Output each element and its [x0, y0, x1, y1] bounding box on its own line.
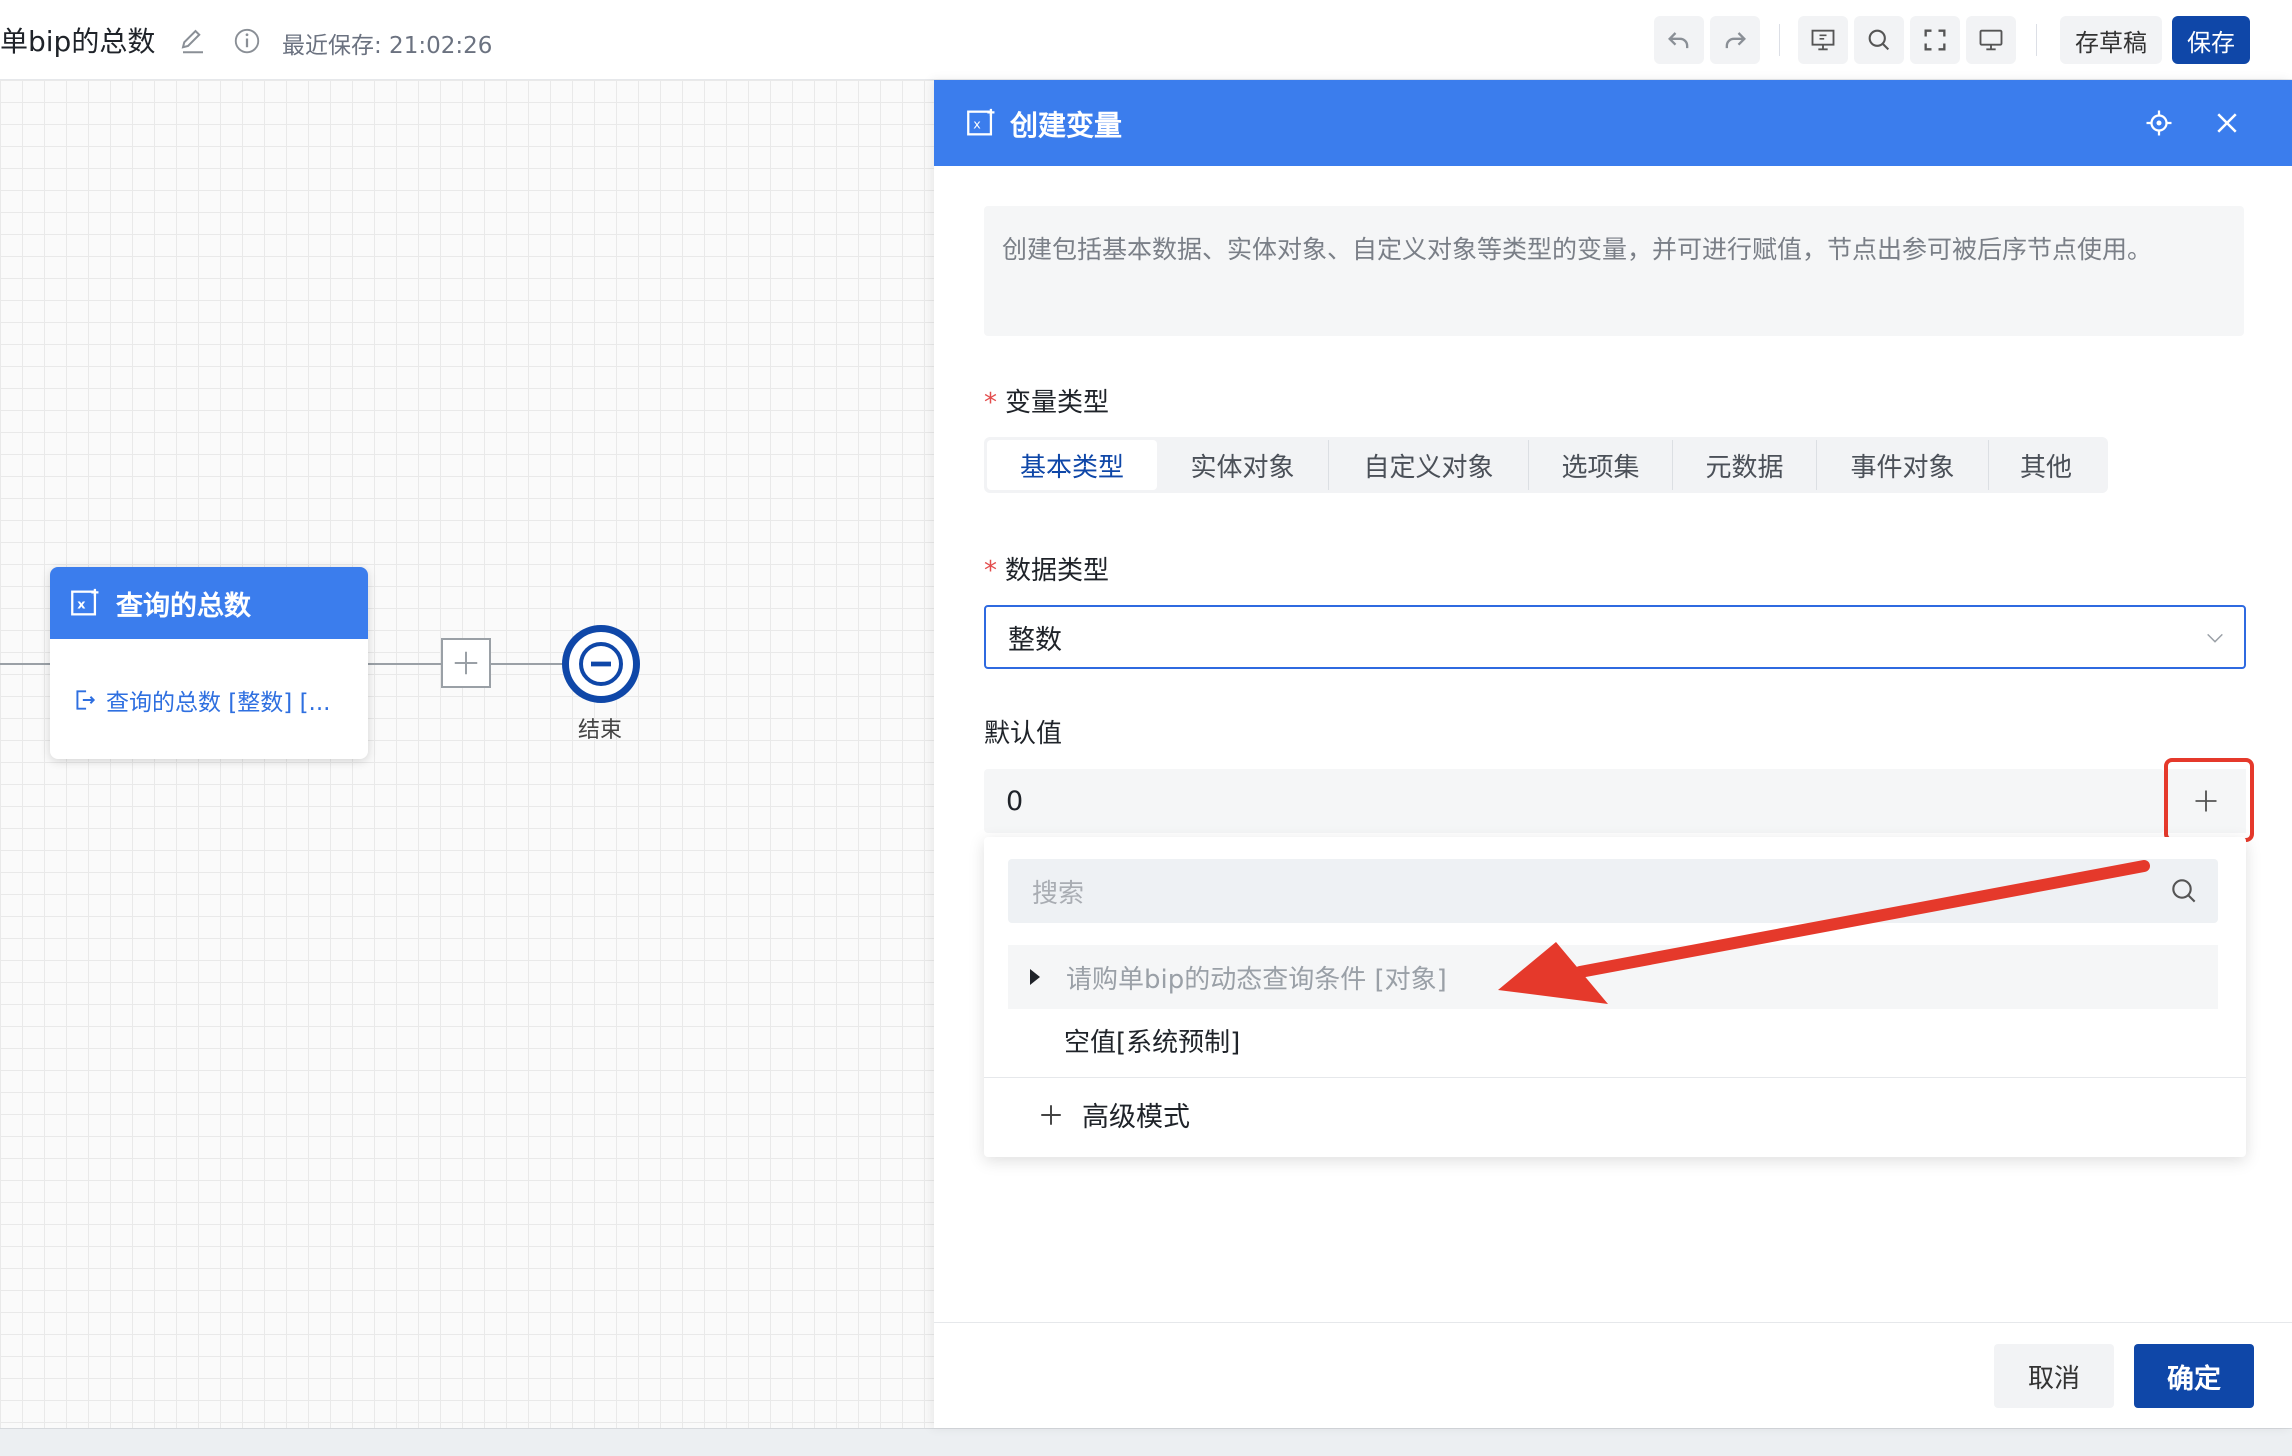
connector-line [0, 663, 50, 665]
node-header: x 查询的总数 [50, 567, 368, 639]
svg-text:x: x [973, 118, 981, 133]
advanced-mode-button[interactable]: 高级模式 [1038, 1095, 1190, 1134]
redo-icon [1725, 32, 1746, 49]
required-mark: * [984, 388, 997, 418]
redo-button[interactable] [1710, 16, 1760, 64]
dropdown-item-label: 请购单bip的动态查询条件 [对象] [1066, 964, 1447, 995]
plus-icon [1041, 1104, 1061, 1125]
default-value-label: 默认值 [984, 719, 1063, 749]
search-button[interactable] [1854, 16, 1904, 64]
close-icon[interactable] [2212, 108, 2242, 138]
search-placeholder: 搜索 [1032, 878, 1085, 909]
top-bar: 单bip的总数 最近保存: 21:02:26 存草稿 保存 [0, 0, 2292, 80]
status-bar [0, 1428, 2292, 1456]
tab-option-set[interactable]: 选项集 [1529, 440, 1673, 490]
connector-line [368, 663, 441, 665]
undo-icon [1668, 32, 1689, 49]
end-node-label: 结束 [578, 718, 623, 743]
tab-custom-object[interactable]: 自定义对象 [1329, 440, 1529, 490]
variable-type-label-text: 变量类型 [1005, 388, 1110, 418]
add-node-button[interactable] [441, 638, 491, 688]
dropdown-item-null-value[interactable]: 空值[系统预制] [1064, 1015, 1240, 1071]
node-title: 查询的总数 [116, 590, 251, 622]
end-node[interactable] [562, 625, 640, 703]
toolbar-divider [1779, 24, 1780, 56]
monitor-button[interactable] [1966, 16, 2016, 64]
locate-icon[interactable] [2144, 108, 2174, 138]
drawer-description: 创建包括基本数据、实体对象、自定义对象等类型的变量，并可进行赋值，节点出参可被后… [984, 206, 2244, 336]
search-icon [1868, 29, 1890, 51]
node-output: 查询的总数 [整数] [... [50, 639, 368, 717]
variable-icon: x [967, 108, 995, 136]
drawer-header: x 创建变量 [934, 80, 2292, 166]
fullscreen-icon [1924, 29, 1946, 51]
last-saved-text: 最近保存: 21:02:26 [282, 33, 493, 59]
confirm-button[interactable]: 确定 [2134, 1344, 2254, 1408]
toolbar-divider [2036, 24, 2037, 56]
query-count-node[interactable]: x 查询的总数 查询的总数 [整数] [... [50, 567, 368, 759]
dropdown-item-query-condition[interactable]: 请购单bip的动态查询条件 [对象] [1008, 945, 2218, 1009]
fullscreen-button[interactable] [1910, 16, 1960, 64]
variable-type-tabs: 基本类型 实体对象 自定义对象 选项集 元数据 事件对象 其他 [984, 437, 2108, 493]
save-button[interactable]: 保存 [2172, 16, 2250, 64]
required-mark: * [984, 556, 997, 586]
data-type-label: * 数据类型 [984, 550, 1109, 587]
advanced-mode-label: 高级模式 [1082, 1102, 1190, 1133]
output-icon [76, 690, 96, 710]
default-value-input[interactable]: 0 [984, 769, 2164, 833]
drawer-title: 创建变量 [1010, 109, 1123, 142]
node-output-text: 查询的总数 [整数] [... [106, 690, 331, 716]
default-value-dropdown: 搜索 请购单bip的动态查询条件 [对象] 空值[系统预制] 高级模式 [984, 837, 2246, 1157]
plus-icon [454, 651, 478, 675]
dropdown-search-input[interactable]: 搜索 [1008, 859, 2218, 923]
caret-right-icon[interactable] [1030, 969, 1040, 985]
chevron-down-icon [2207, 633, 2223, 643]
tab-other[interactable]: 其他 [1989, 440, 2103, 490]
save-draft-button[interactable]: 存草稿 [2060, 16, 2162, 64]
info-icon[interactable] [232, 26, 262, 56]
edit-icon[interactable] [178, 26, 208, 56]
tab-metadata[interactable]: 元数据 [1673, 440, 1817, 490]
data-type-value: 整数 [1008, 624, 1062, 656]
highlight-box [2164, 758, 2254, 842]
search-icon [2172, 879, 2196, 903]
end-icon [579, 642, 623, 686]
undo-button[interactable] [1654, 16, 1704, 64]
tab-event-object[interactable]: 事件对象 [1817, 440, 1989, 490]
footer-divider [934, 1322, 2292, 1323]
preview-button[interactable] [1798, 16, 1848, 64]
connector-line [491, 663, 562, 665]
monitor-icon [1979, 29, 2003, 51]
cancel-button[interactable]: 取消 [1994, 1344, 2114, 1408]
create-variable-drawer: x 创建变量 创建包括基本数据、实体对象、自定义对象等类型的变量，并可进行赋值，… [934, 80, 2292, 1428]
variable-icon: x [71, 588, 99, 616]
page-title: 单bip的总数 [0, 25, 156, 58]
data-type-label-text: 数据类型 [1005, 556, 1110, 586]
tab-basic-type[interactable]: 基本类型 [987, 440, 1157, 490]
tab-entity-object[interactable]: 实体对象 [1157, 440, 1329, 490]
dropdown-divider [984, 1077, 2246, 1078]
svg-text:x: x [77, 598, 86, 613]
preview-icon [1811, 29, 1835, 51]
flow-canvas[interactable]: x 查询的总数 查询的总数 [整数] [... 结束 [0, 80, 934, 1428]
variable-type-label: * 变量类型 [984, 382, 1109, 419]
data-type-select[interactable]: 整数 [984, 605, 2246, 669]
